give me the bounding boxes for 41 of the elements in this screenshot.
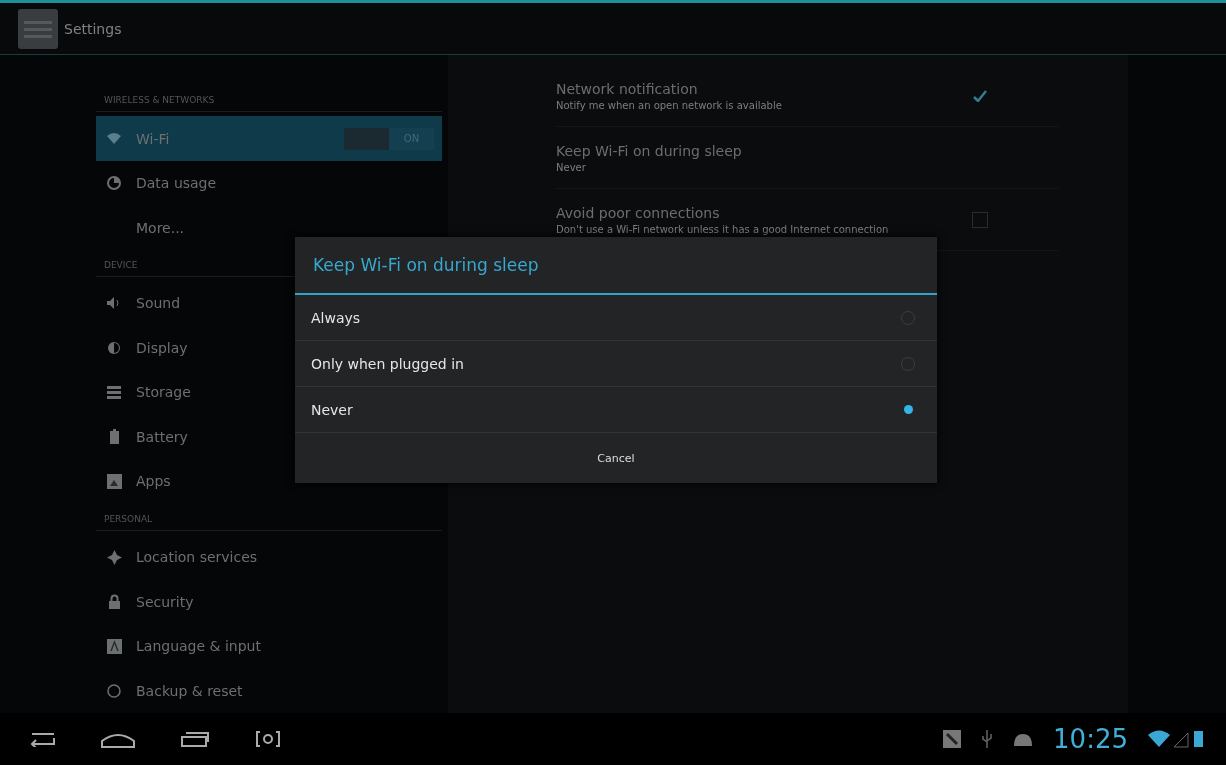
settings-item[interactable]: Language & input: [96, 623, 442, 669]
settings-app-icon[interactable]: [18, 8, 58, 49]
notification-icon[interactable]: [943, 730, 962, 748]
dialog-option[interactable]: Always: [295, 295, 937, 341]
preference-title: Network notification: [556, 80, 699, 97]
lock-icon: [108, 594, 120, 610]
wifi-icon: [107, 133, 121, 145]
preference-summary: Notify me when an open network is available: [556, 99, 783, 111]
usb-icon[interactable]: [981, 730, 994, 748]
location-icon: [106, 549, 122, 565]
screenshot-icon[interactable]: [254, 730, 282, 748]
back-icon[interactable]: [30, 731, 56, 747]
preference-row[interactable]: Network notification Notify me when an open network is available: [556, 65, 1058, 127]
half-circle-icon: [107, 340, 121, 355]
dialog-title: Keep Wi-Fi on during sleep: [295, 237, 937, 295]
dialog-option[interactable]: Only when plugged in: [295, 341, 937, 387]
section-header: WIRELESS & NETWORKS: [96, 85, 442, 113]
apps-icon: [106, 473, 122, 489]
clock: 10:25: [1053, 724, 1128, 754]
preference-row[interactable]: Keep Wi-Fi on during sleep Never: [556, 127, 1058, 189]
settings-item[interactable]: Backup & reset: [96, 668, 442, 713]
preference-title: Avoid poor connections: [556, 204, 721, 221]
preference-summary: Don't use a Wi-Fi network unless it has a good Internet connection: [556, 223, 890, 235]
storage-icon: [107, 385, 121, 399]
keyboard-letter-icon: [106, 638, 122, 654]
settings-item[interactable]: Security: [96, 579, 442, 624]
wifi-signal-icon: [1148, 729, 1206, 749]
preference-summary: Never: [556, 161, 587, 173]
preference-title: Keep Wi-Fi on during sleep: [556, 142, 743, 159]
settings-item[interactable]: Location services: [96, 534, 442, 580]
dialog-option[interactable]: Never: [295, 387, 937, 433]
pie-chart-icon: [107, 176, 121, 191]
settings-item[interactable]: Data usage: [96, 160, 442, 206]
android-icon[interactable]: [1013, 732, 1034, 746]
app-title: Settings: [64, 20, 122, 37]
battery-icon: [109, 429, 119, 445]
speaker-icon: [106, 296, 122, 311]
checkbox[interactable]: [972, 211, 988, 228]
recent-apps-icon[interactable]: [180, 730, 210, 748]
section-header: PERSONAL: [96, 503, 442, 531]
backup-icon: [107, 683, 121, 698]
